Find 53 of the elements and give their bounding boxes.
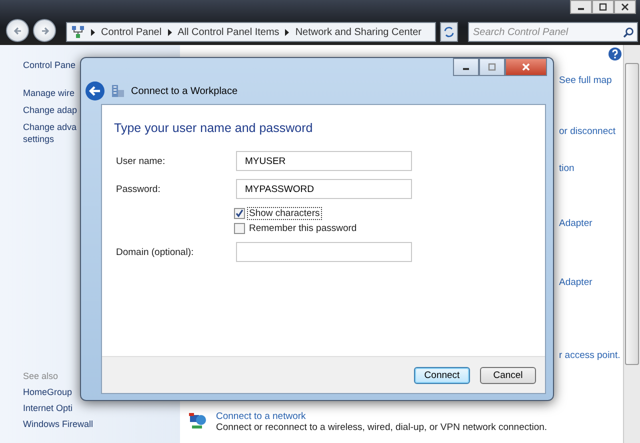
chevron-icon <box>284 28 290 36</box>
close-button[interactable] <box>505 58 547 76</box>
field-label: Password: <box>115 184 162 194</box>
back-icon[interactable] <box>85 81 105 101</box>
scrollbar[interactable] <box>623 45 640 443</box>
maximize-icon <box>487 63 497 71</box>
text-field[interactable] <box>236 242 412 262</box>
checkbox-label[interactable]: Show characters <box>248 208 321 218</box>
link-text[interactable]: Adapter <box>559 277 623 288</box>
see-also-link[interactable]: Internet Opti <box>23 403 180 413</box>
see-also-link[interactable]: Windows Firewall <box>23 419 180 429</box>
dialog-heading: Type your user name and password <box>114 121 314 135</box>
link-text[interactable]: See full map <box>559 75 623 86</box>
text-field[interactable]: MYUSER <box>236 151 412 171</box>
checkbox[interactable] <box>234 222 245 234</box>
close-button[interactable] <box>614 0 636 14</box>
link-text[interactable]: tion <box>559 163 623 174</box>
chevron-icon <box>90 28 96 36</box>
dialog-button[interactable]: Cancel <box>480 366 536 384</box>
address-bar[interactable]: Control Panel All Control Panel Items Network and Sharing Center <box>66 22 436 42</box>
task-description: Connect or reconnect to a wireless, wired, dial-up, or VPN network connection. <box>216 422 548 433</box>
minimize-button[interactable] <box>453 58 479 76</box>
breadcrumb[interactable]: Control Panel <box>101 26 162 38</box>
see-also-heading: See also <box>23 371 60 381</box>
maximize-button[interactable] <box>592 0 614 14</box>
task-link[interactable]: Connect to a network <box>216 411 548 422</box>
text-field[interactable]: MYPASSWORD <box>236 179 412 199</box>
checkbox[interactable] <box>234 208 245 218</box>
forward-button[interactable] <box>33 19 56 42</box>
maximize-icon <box>598 3 608 11</box>
breadcrumb[interactable]: Network and Sharing Center <box>295 26 422 38</box>
search-field[interactable]: Search Control Panel <box>468 22 638 42</box>
network-icon <box>188 411 208 431</box>
dialog-button[interactable]: Connect <box>414 366 470 384</box>
link-text[interactable]: or disconnect <box>559 126 623 137</box>
close-icon <box>620 3 630 11</box>
arrow-left-icon <box>12 24 24 36</box>
chevron-icon <box>166 28 173 36</box>
minimize-button[interactable] <box>570 0 592 14</box>
close-icon <box>521 63 531 71</box>
building-icon <box>111 84 125 98</box>
link-text[interactable]: r access point. <box>559 350 623 361</box>
back-button[interactable] <box>6 19 29 42</box>
refresh-button[interactable] <box>440 22 458 42</box>
checkbox-label[interactable]: Remember this password <box>248 222 358 234</box>
refresh-icon <box>443 26 455 38</box>
breadcrumb[interactable]: All Control Panel Items <box>178 26 280 38</box>
help-icon[interactable] <box>608 47 622 61</box>
dialog-title: Connect to a Workplace <box>131 86 238 96</box>
field-label: User name: <box>115 156 166 166</box>
link-text[interactable]: Adapter <box>559 218 623 229</box>
field-label: Domain (optional): <box>115 246 195 258</box>
network-icon <box>71 25 85 39</box>
